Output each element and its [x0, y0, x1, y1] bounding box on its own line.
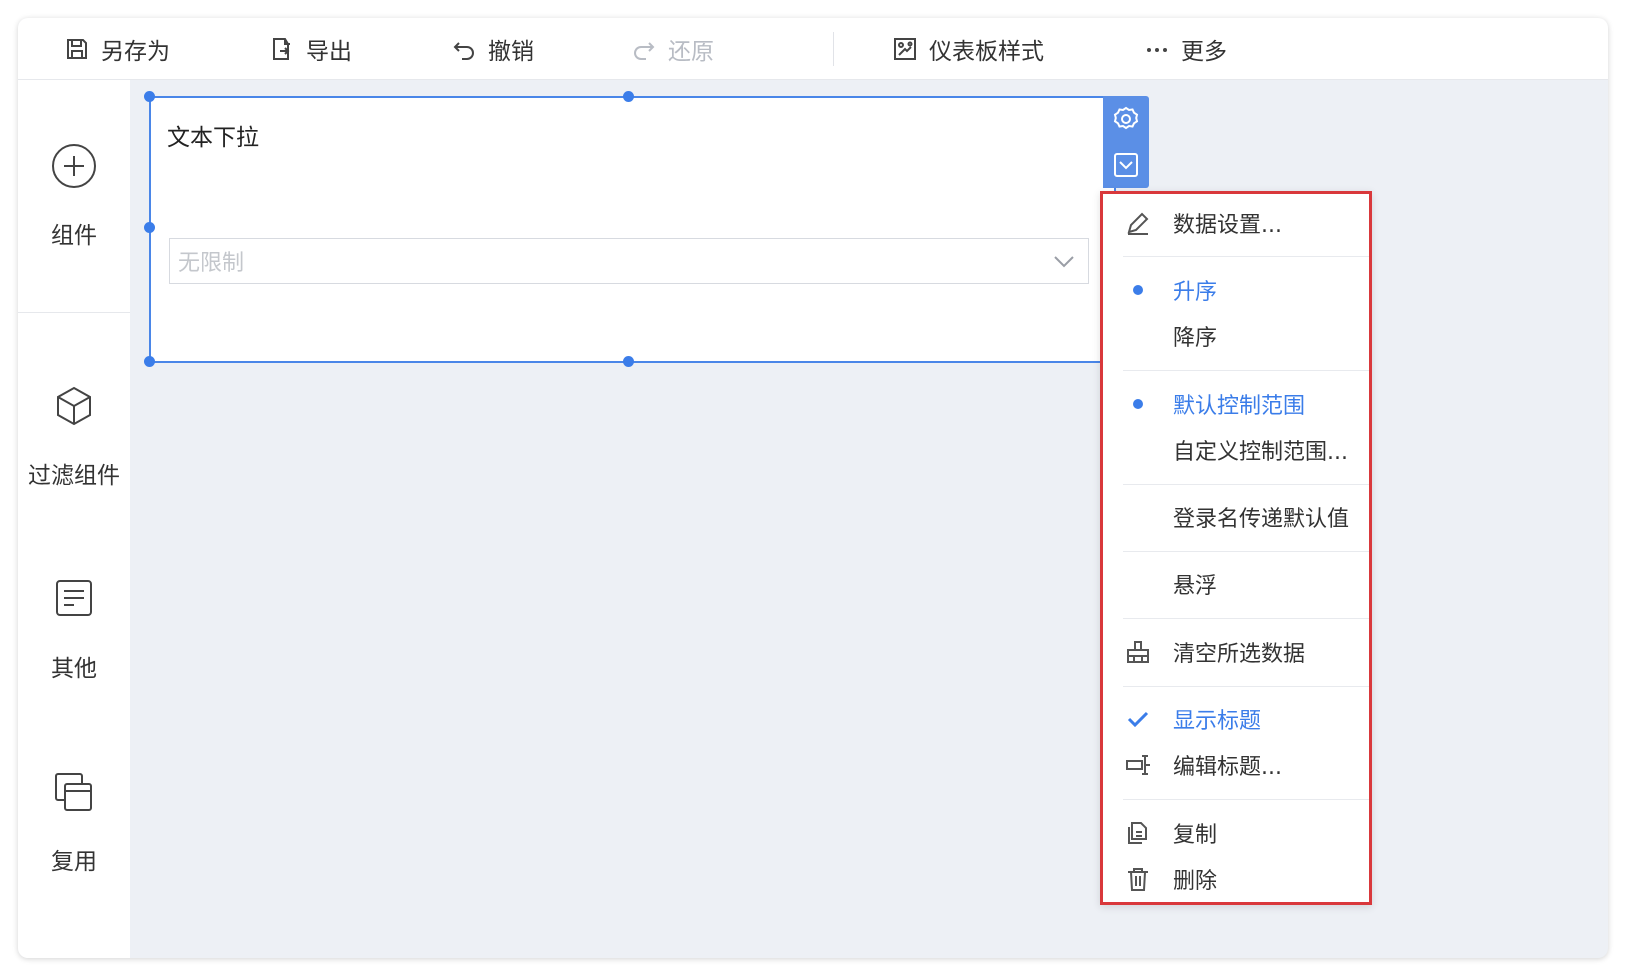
menu-item-custom-range[interactable]: 自定义控制范围...	[1103, 427, 1369, 473]
menu-label-clear-selection: 清空所选数据	[1173, 642, 1306, 667]
redo-label: 还原	[668, 39, 714, 65]
save-as-button[interactable]: 另存为	[63, 18, 170, 80]
dashboard-style-button[interactable]: 仪表板样式	[891, 18, 1044, 80]
menu-item-copy[interactable]: 复制	[1103, 810, 1369, 856]
sidebar-item-components[interactable]: 组件	[18, 140, 130, 250]
sidebar-item-filter-components[interactable]: 过滤组件	[18, 380, 130, 490]
more-button[interactable]: 更多	[1143, 18, 1227, 80]
menu-label-delete: 删除	[1173, 869, 1218, 894]
resize-handle[interactable]	[623, 91, 634, 102]
toolbar-divider	[833, 32, 834, 66]
dashboard-style-label: 仪表板样式	[929, 39, 1044, 65]
export-label: 导出	[306, 39, 352, 65]
more-icon	[1147, 48, 1167, 52]
more-label: 更多	[1181, 39, 1227, 65]
menu-label-data-settings: 数据设置...	[1173, 213, 1282, 238]
menu-item-descending[interactable]: 降序	[1103, 313, 1369, 359]
selected-dot-icon	[1123, 389, 1153, 419]
document-icon	[56, 580, 92, 616]
palette-icon	[894, 38, 916, 60]
menu-label-float: 悬浮	[1173, 574, 1218, 599]
menu-divider	[1123, 551, 1369, 552]
menu-label-ascending: 升序	[1173, 280, 1218, 305]
widget-context-menu: 数据设置... 升序 降序 默认控制范围 自定义控制范围... 登录名传递默认值…	[1100, 191, 1372, 905]
resize-handle[interactable]	[144, 356, 155, 367]
menu-item-float[interactable]: 悬浮	[1103, 561, 1369, 607]
chevron-down-icon	[1054, 256, 1074, 268]
menu-item-login-default[interactable]: 登录名传递默认值	[1103, 494, 1369, 540]
menu-item-data-settings[interactable]: 数据设置...	[1103, 200, 1369, 246]
sidebar-label-reuse: 复用	[51, 849, 97, 875]
text-dropdown-widget[interactable]: 文本下拉 无限制	[144, 91, 1116, 367]
menu-divider	[1123, 618, 1369, 619]
resize-handle[interactable]	[623, 356, 634, 367]
text-cursor-icon	[1123, 750, 1153, 780]
widget-title: 文本下拉	[167, 125, 259, 151]
cube-icon	[57, 386, 91, 426]
resize-handle[interactable]	[144, 91, 155, 102]
trash-icon	[1123, 864, 1153, 894]
menu-divider	[1123, 370, 1369, 371]
sidebar-label-filter-components: 过滤组件	[28, 463, 120, 489]
redo-button[interactable]: 还原	[630, 18, 714, 80]
redo-icon	[634, 42, 655, 60]
menu-label-edit-title: 编辑标题...	[1173, 755, 1282, 780]
dropdown-menu-button[interactable]	[1103, 142, 1149, 188]
menu-label-custom-range: 自定义控制范围...	[1173, 440, 1348, 465]
menu-divider	[1123, 686, 1369, 687]
undo-label: 撤销	[488, 39, 534, 65]
menu-item-edit-title[interactable]: 编辑标题...	[1103, 742, 1369, 788]
menu-item-show-title[interactable]: 显示标题	[1103, 696, 1369, 742]
menu-item-ascending[interactable]: 升序	[1103, 267, 1369, 313]
menu-label-copy: 复制	[1173, 823, 1218, 848]
sidebar-item-other[interactable]: 其他	[18, 573, 130, 683]
menu-divider	[1123, 799, 1369, 800]
undo-button[interactable]: 撤销	[450, 18, 534, 80]
chevron-box-icon	[1114, 153, 1138, 177]
menu-label-default-range: 默认控制范围	[1173, 394, 1306, 419]
gear-icon	[1113, 106, 1139, 130]
copy-icon	[1123, 818, 1153, 848]
menu-item-default-range[interactable]: 默认控制范围	[1103, 381, 1369, 427]
sidebar-label-components: 组件	[51, 223, 97, 249]
sidebar-divider	[18, 312, 130, 313]
save-as-label: 另存为	[101, 39, 170, 65]
menu-divider	[1123, 256, 1369, 257]
sidebar-label-other: 其他	[51, 656, 97, 682]
settings-button[interactable]	[1103, 96, 1149, 142]
eraser-icon	[1123, 637, 1153, 667]
save-icon	[67, 39, 87, 59]
app-window: 另存为 导出 撤销 还原 仪表板样式 更多 组件 过滤组件 其他 复用 文本下拉…	[18, 18, 1608, 958]
dropdown-select[interactable]: 无限制	[169, 238, 1089, 284]
edit-icon	[1123, 208, 1153, 238]
selected-dot-icon	[1123, 275, 1153, 305]
sidebar-item-reuse[interactable]: 复用	[18, 766, 130, 876]
menu-item-clear-selection[interactable]: 清空所选数据	[1103, 629, 1369, 675]
reuse-icon	[55, 773, 92, 811]
menu-item-delete[interactable]: 删除	[1103, 856, 1369, 902]
toolbar: 另存为 导出 撤销 还原 仪表板样式 更多	[18, 18, 1608, 80]
sidebar: 组件 过滤组件 其他 复用	[18, 80, 130, 958]
resize-handle[interactable]	[144, 222, 155, 233]
undo-icon	[453, 42, 474, 60]
menu-label-show-title: 显示标题	[1173, 709, 1262, 734]
add-circle-icon	[52, 144, 96, 188]
menu-label-descending: 降序	[1173, 326, 1218, 351]
widget-controls	[1103, 96, 1149, 188]
export-button[interactable]: 导出	[268, 18, 352, 80]
menu-divider	[1123, 484, 1369, 485]
export-icon	[273, 38, 290, 60]
menu-label-login-default: 登录名传递默认值	[1173, 507, 1350, 532]
select-value: 无限制	[178, 251, 245, 276]
check-icon	[1123, 704, 1153, 734]
